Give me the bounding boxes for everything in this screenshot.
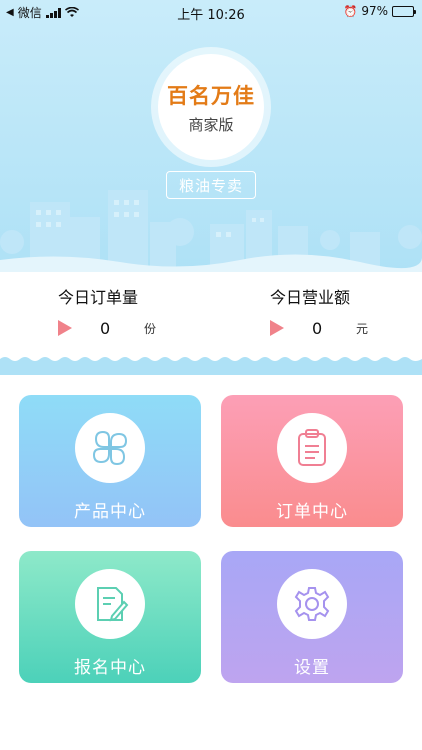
stat-revenue-unit: 元	[356, 321, 369, 336]
alarm-icon: ⏰	[343, 4, 358, 18]
gear-icon	[277, 569, 347, 639]
play-triangle-icon	[270, 320, 284, 336]
settings-card[interactable]: 设置	[221, 551, 403, 683]
products-center-card[interactable]: 产品中心	[19, 395, 201, 527]
stat-orders-unit: 份	[144, 321, 157, 336]
today-stats: 今日订单量 0 份 今日营业额 0 元	[0, 272, 422, 360]
home-screen: 百名万佳 商家版 粮油专卖 ◀ 微信 上午 10:26 ⏰ 97% 今日订单量 …	[0, 0, 422, 750]
products-center-label: 产品中心	[74, 502, 146, 522]
battery-icon	[392, 5, 416, 17]
clipboard-icon	[277, 413, 347, 483]
stat-revenue-value: 0	[312, 318, 323, 338]
stat-orders-title: 今日订单量	[58, 288, 139, 307]
settings-label: 设置	[294, 658, 330, 678]
form-edit-icon	[75, 569, 145, 639]
stat-revenue: 今日营业额 0 元	[270, 284, 422, 338]
stat-revenue-title: 今日营业额	[270, 288, 351, 307]
category-tag: 粮油专卖	[166, 171, 256, 199]
stat-orders-value: 0	[100, 318, 111, 338]
brand-name: 百名万佳	[167, 83, 255, 108]
orders-center-card[interactable]: 订单中心	[221, 395, 403, 527]
header-banner: 百名万佳 商家版 粮油专卖	[0, 0, 422, 272]
brand-logo: 百名万佳 商家版	[158, 54, 264, 160]
orders-center-label: 订单中心	[276, 502, 348, 522]
status-bar: ◀ 微信 上午 10:26 ⏰ 97%	[0, 0, 422, 23]
wave-divider	[0, 357, 422, 375]
stat-orders: 今日订单量 0 份	[58, 284, 218, 338]
play-triangle-icon	[58, 320, 72, 336]
battery-percent: 97%	[361, 4, 388, 18]
brand-edition: 商家版	[188, 115, 234, 134]
signup-center-label: 报名中心	[74, 658, 146, 678]
signup-center-card[interactable]: 报名中心	[19, 551, 201, 683]
clover-icon	[75, 413, 145, 483]
